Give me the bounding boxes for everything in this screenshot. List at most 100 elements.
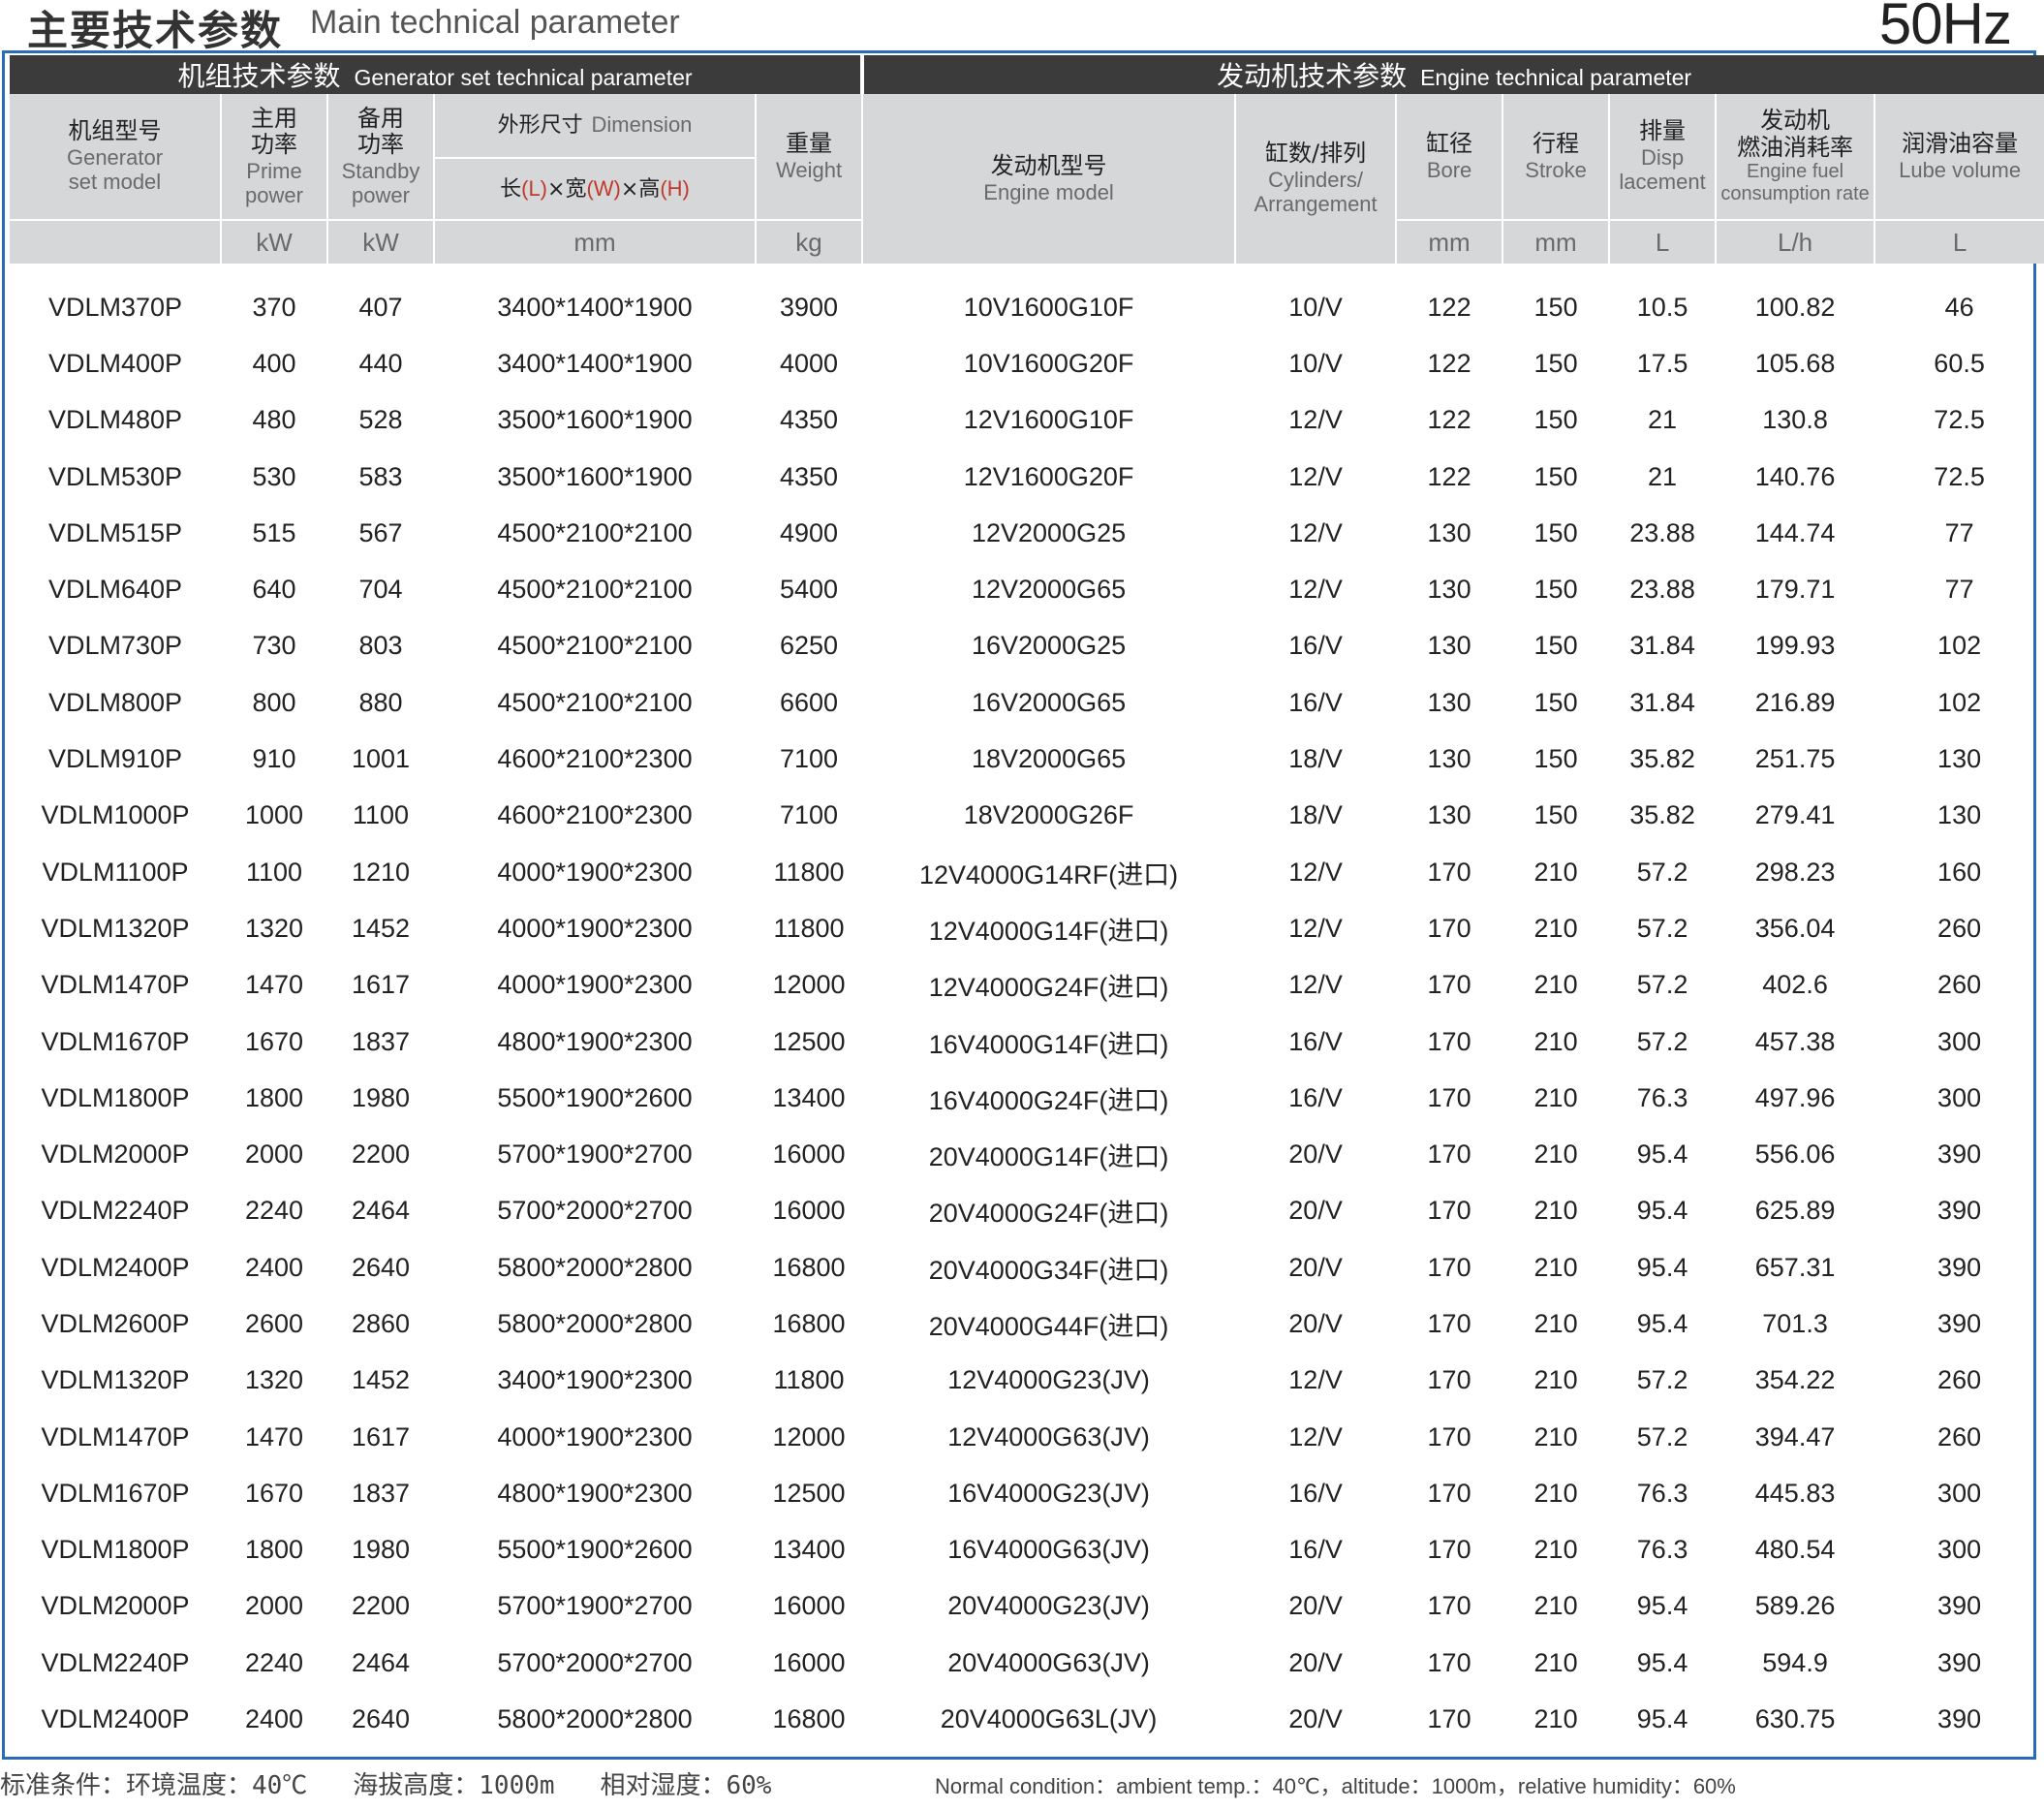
column-header-row: 机组型号 Generator set model 主用 功率 Prime pow… (10, 94, 2044, 264)
cell-lube: 390 (1937, 1647, 1982, 1677)
cell-prime: 1320 (244, 1365, 304, 1395)
cell-weight: 6600 (779, 687, 839, 717)
table-row: VDLM1000P 1000 1100 4600*2100*2300 7100 18V20… (10, 788, 2044, 844)
cell-stroke: 150 (1533, 517, 1578, 547)
cell-standby: 1452 (351, 913, 411, 943)
cell-fuel: 130.8 (1762, 405, 1828, 435)
col-dimension-cn: 外形尺寸 (497, 113, 583, 139)
cell-lube: 300 (1937, 1026, 1982, 1056)
cell-fuel: 556.06 (1754, 1139, 1836, 1170)
cell-engine-model: 12V2000G25 (971, 517, 1127, 547)
col-lube-en: Lube volume (1899, 157, 2022, 182)
cell-prime: 2400 (244, 1252, 304, 1282)
cell-displacement: 95.4 (1636, 1308, 1688, 1338)
generator-group-en: Generator set technical parameter (354, 65, 693, 90)
cell-displacement: 31.84 (1629, 631, 1695, 661)
cell-engine-model: 20V4000G63L(JV) (940, 1704, 1158, 1734)
cell-fuel: 594.9 (1762, 1647, 1828, 1677)
cell-standby: 2464 (351, 1196, 411, 1226)
cell-bore: 170 (1427, 1421, 1471, 1451)
cell-displacement: 57.2 (1636, 970, 1688, 1000)
cell-fuel: 298.23 (1754, 857, 1836, 887)
cell-bore: 122 (1427, 348, 1471, 378)
cell-weight: 16000 (772, 1647, 846, 1677)
cell-model: VDLM370P (47, 292, 183, 322)
cell-engine-model: 12V1600G10F (963, 405, 1134, 435)
table-row: VDLM1670P 1670 1837 4800*1900*2300 12500 16V4… (10, 1465, 2044, 1521)
cell-stroke: 210 (1533, 1704, 1578, 1734)
spec-table: 机组技术参数 Generator set technical parameter … (10, 55, 2044, 1748)
cell-dimension: 3400*1400*1900 (497, 292, 693, 322)
cell-model: VDLM2000P (41, 1139, 190, 1170)
col-dimension-en: Dimension (591, 112, 693, 138)
col-cylinders-en1: Cylinders/ (1268, 168, 1363, 192)
cell-weight: 3900 (779, 292, 839, 322)
table-row: VDLM1320P 1320 1452 4000*1900*2300 11800 12V4… (10, 900, 2044, 956)
table-row: VDLM2000P 2000 2200 5700*1900*2700 16000 20V4… (10, 1126, 2044, 1182)
col-displacement: 排量 Disp lacement (1608, 94, 1717, 220)
cell-bore: 170 (1427, 1647, 1471, 1677)
cell-model: VDLM480P (47, 405, 183, 435)
page-header: 主要技术参数 Main technical parameter 50Hz (0, 0, 2044, 56)
cell-displacement: 95.4 (1636, 1591, 1688, 1621)
cell-standby: 440 (358, 348, 403, 378)
cell-cylinders: 20/V (1288, 1308, 1343, 1338)
cell-lube: 72.5 (1934, 405, 1985, 435)
cell-stroke: 210 (1533, 1365, 1578, 1395)
cell-model: VDLM1320P (41, 913, 190, 943)
table-row: VDLM2600P 2600 2860 5800*2000*2800 16800 20V4… (10, 1295, 2044, 1352)
cell-prime: 2400 (244, 1704, 304, 1734)
cell-displacement: 76.3 (1636, 1082, 1688, 1112)
cell-bore: 130 (1427, 517, 1471, 547)
cell-cylinders: 12/V (1288, 575, 1343, 605)
col-prime-cn1: 主用 (251, 104, 297, 132)
cell-prime: 1800 (244, 1082, 304, 1112)
cell-fuel: 251.75 (1754, 744, 1836, 774)
col-cylinders-en2: Arrangement (1254, 192, 1378, 217)
cell-engine-model: 12V4000G63(JV) (947, 1421, 1150, 1451)
cell-standby: 2640 (351, 1704, 411, 1734)
cell-bore: 130 (1427, 631, 1471, 661)
cell-cylinders: 12/V (1288, 1421, 1343, 1451)
cell-model: VDLM1470P (41, 1421, 190, 1451)
cell-fuel: 480.54 (1754, 1535, 1836, 1565)
cell-dimension: 5800*2000*2800 (497, 1252, 693, 1282)
cell-dimension: 5800*2000*2800 (497, 1308, 693, 1338)
cell-lube: 260 (1937, 1421, 1982, 1451)
cell-standby: 2860 (351, 1308, 411, 1338)
cell-fuel: 457.38 (1754, 1026, 1836, 1056)
cell-dimension: 4500*2100*2100 (497, 575, 693, 605)
table-row: VDLM910P 910 1001 4600*2100*2300 7100 18V2000… (10, 731, 2044, 787)
cell-weight: 4900 (779, 517, 839, 547)
col-lube: 润滑油容量 Lube volume (1874, 94, 2044, 220)
cell-engine-model: 20V4000G44F(进口) (928, 1311, 1169, 1341)
engine-group-en: Engine technical parameter (1420, 65, 1692, 90)
cell-stroke: 150 (1533, 348, 1578, 378)
cell-weight: 13400 (772, 1082, 846, 1112)
cell-stroke: 210 (1533, 1308, 1578, 1338)
col-model-en1: Generator (66, 145, 164, 170)
cell-fuel: 105.68 (1754, 348, 1836, 378)
col-stroke: 行程 Stroke (1502, 94, 1610, 220)
table-row: VDLM2400P 2400 2640 5800*2000*2800 16800 20V4… (10, 1691, 2044, 1747)
cell-displacement: 57.2 (1636, 913, 1688, 943)
cell-standby: 1980 (351, 1535, 411, 1565)
cell-cylinders: 16/V (1288, 1082, 1343, 1112)
cell-model: VDLM515P (47, 517, 183, 547)
cell-stroke: 150 (1533, 744, 1578, 774)
col-engine-model-en: Engine model (983, 179, 1114, 204)
cell-cylinders: 16/V (1288, 1535, 1343, 1565)
col-dimension-sub: 长(L)×宽(W)×高(H) (433, 157, 756, 220)
col-weight-cn: 重量 (786, 130, 833, 158)
cell-lube: 390 (1937, 1704, 1982, 1734)
cell-lube: 130 (1937, 744, 1982, 774)
cell-displacement: 23.88 (1629, 517, 1695, 547)
cell-displacement: 57.2 (1636, 857, 1688, 887)
cell-engine-model: 16V2000G25 (971, 631, 1127, 661)
cell-prime: 1670 (244, 1026, 304, 1056)
cell-prime: 1800 (244, 1535, 304, 1565)
cell-weight: 11800 (773, 1365, 845, 1395)
table-row: VDLM1800P 1800 1980 5500*1900*2600 13400 16V4… (10, 1070, 2044, 1126)
cell-engine-model: 10V1600G20F (963, 348, 1134, 378)
cell-standby: 2200 (351, 1139, 411, 1170)
